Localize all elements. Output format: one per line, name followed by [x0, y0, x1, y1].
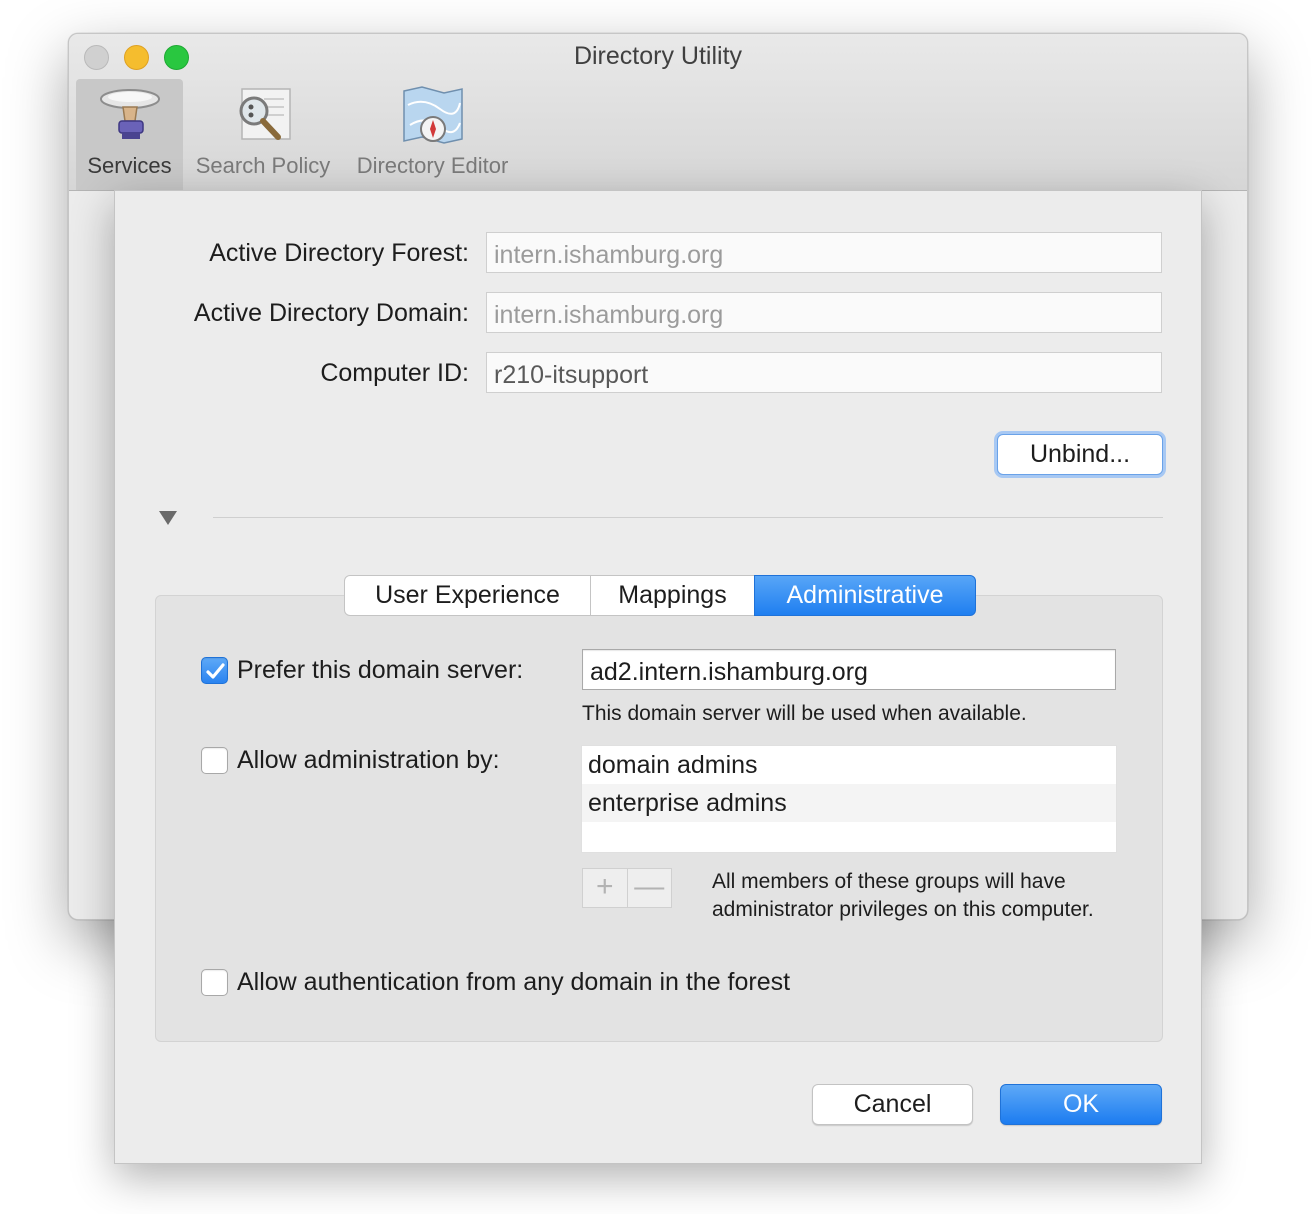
remove-group-button[interactable]: — [628, 869, 672, 907]
domain-label: Active Directory Domain: [193, 299, 469, 327]
allow-administration-checkbox[interactable] [201, 747, 228, 774]
unbind-button[interactable]: Unbind... [997, 434, 1163, 475]
allow-authentication-checkbox[interactable] [201, 969, 228, 996]
forest-label: Active Directory Forest: [209, 239, 469, 267]
directory-editor-icon [400, 85, 466, 153]
admin-groups-list[interactable]: domain admins enterprise admins [581, 745, 1117, 853]
add-group-button[interactable]: + [583, 869, 628, 907]
separator [213, 517, 1163, 518]
prefer-domain-server-label: Prefer this domain server: [237, 656, 524, 684]
toolbar-label-search-policy: Search Policy [195, 153, 331, 178]
toolbar-item-services[interactable]: Services [76, 79, 183, 190]
disclosure-triangle-icon[interactable] [159, 511, 177, 525]
preferred-server-hint: This domain server will be used when ava… [582, 702, 1027, 725]
active-directory-sheet: Active Directory Forest: intern.ishambur… [114, 190, 1202, 1164]
cancel-button[interactable]: Cancel [812, 1084, 973, 1125]
search-policy-icon [230, 85, 296, 153]
computer-id-label: Computer ID: [320, 359, 469, 387]
prefer-domain-server-checkbox[interactable] [201, 657, 228, 684]
tab-bar: User Experience Mappings Administrative [344, 575, 976, 616]
list-item[interactable]: enterprise admins [582, 784, 1116, 822]
title-bar: Directory Utility Services Search Policy… [69, 34, 1247, 191]
allow-authentication-label: Allow authentication from any domain in … [237, 968, 791, 996]
toolbar-item-search-policy[interactable]: Search Policy [188, 79, 338, 190]
tab-mappings[interactable]: Mappings [590, 575, 755, 616]
toolbar-label-directory-editor: Directory Editor [356, 153, 509, 178]
preferred-server-field[interactable]: ad2.intern.ishamburg.org [582, 649, 1116, 690]
tab-user-experience[interactable]: User Experience [344, 575, 591, 616]
checkmark-icon [206, 663, 225, 679]
services-icon [97, 85, 163, 153]
forest-field[interactable]: intern.ishamburg.org [486, 232, 1162, 273]
groups-hint: All members of these groups will have ad… [712, 870, 1094, 921]
toolbar-item-directory-editor[interactable]: Directory Editor [345, 79, 520, 190]
group-add-remove-control: + — [582, 868, 672, 908]
list-item[interactable]: domain admins [582, 746, 1116, 784]
tab-administrative[interactable]: Administrative [754, 575, 976, 616]
domain-field[interactable]: intern.ishamburg.org [486, 292, 1162, 333]
computer-id-field[interactable]: r210-itsupport [486, 352, 1162, 393]
toolbar-label-services: Services [87, 153, 172, 178]
window-title: Directory Utility [573, 42, 743, 70]
ok-button[interactable]: OK [1000, 1084, 1162, 1125]
allow-administration-label: Allow administration by: [237, 746, 500, 774]
